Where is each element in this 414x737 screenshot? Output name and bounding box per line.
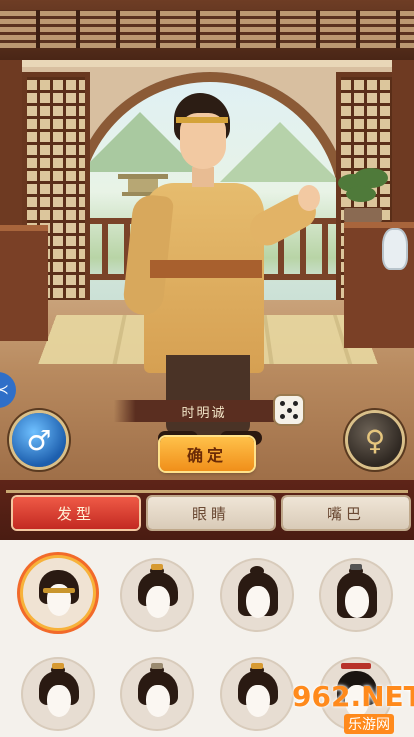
site-watermark: 962.NET 乐游网 [292,680,414,736]
hairstyle-option-6[interactable] [122,659,192,729]
hairstyle-option-1[interactable] [23,558,93,628]
male-gender-button[interactable]: ♂ [12,413,66,467]
tab-hairstyle[interactable]: 发型 [13,497,139,529]
tab-mouth[interactable]: 嘴巴 [283,497,409,529]
character-name: 时明诚 [181,405,227,421]
porcelain-vase [382,228,408,270]
female-symbol-icon: ♀ [364,423,386,457]
male-symbol-icon: ♂ [26,423,52,457]
confirm-button[interactable]: 确定 [160,437,254,471]
ceiling-lattice [0,10,414,48]
character-pants [166,355,250,435]
hairstyle-option-2[interactable] [122,560,192,630]
character-belt [150,260,262,278]
character-right-hand [298,185,320,211]
bonsai-tree [334,168,390,222]
character-neck [192,167,214,187]
hairstyle-option-7[interactable] [222,659,292,729]
cabinet-left [0,225,48,341]
watermark-subtitle: 乐游网 [344,714,394,734]
character-name-bar: 时明诚 [114,400,294,422]
tab-bar-divider [6,490,408,493]
hairstyle-option-5[interactable] [23,659,93,729]
female-gender-button[interactable]: ♀ [348,413,402,467]
randomize-name-dice-icon[interactable] [275,396,303,424]
hairstyle-option-3[interactable] [222,560,292,630]
tab-eyes[interactable]: 眼睛 [148,497,274,529]
character-headband [176,117,228,123]
hairstyle-option-4[interactable] [321,560,391,630]
watermark-logo: 962.NET [292,680,414,713]
